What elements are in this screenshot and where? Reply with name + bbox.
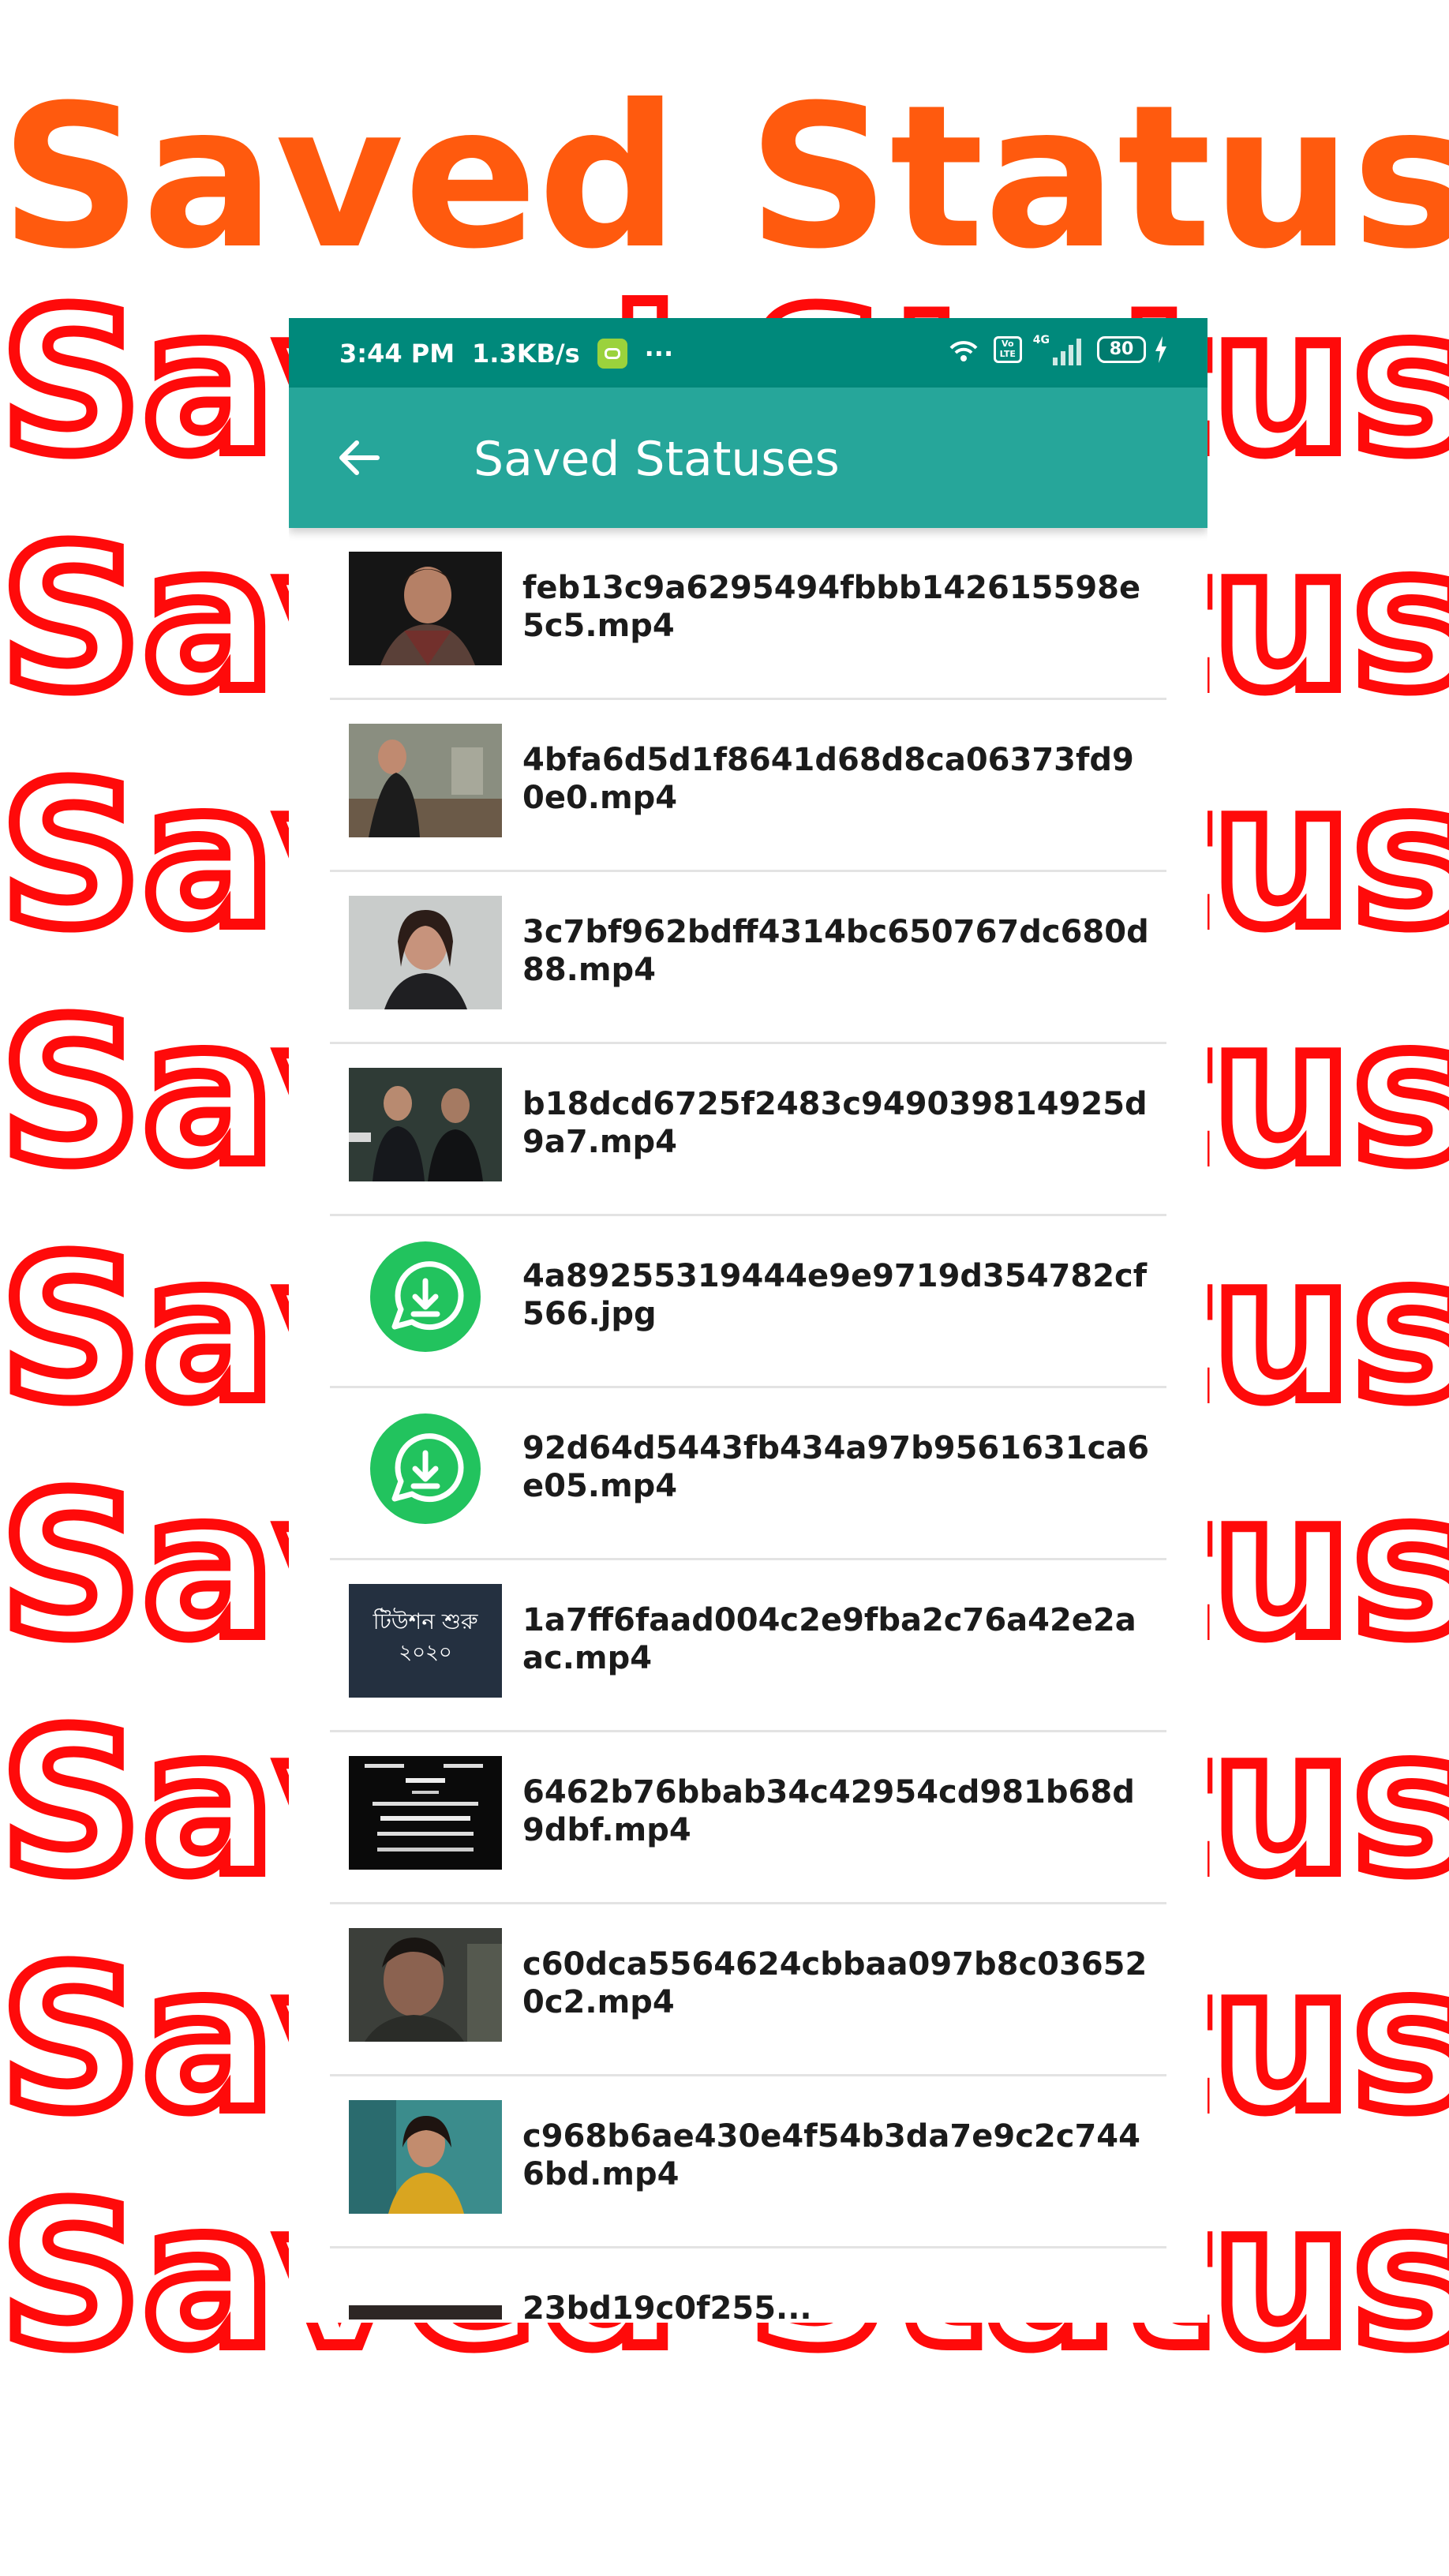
file-name: 92d64d5443fb434a97b9561631ca6e05.mp4 xyxy=(522,1430,1150,1504)
whatsapp-download-icon xyxy=(349,1412,502,1526)
list-item[interactable]: c60dca5564624cbbaa097b8c036520c2.mp4 xyxy=(330,1904,1166,2076)
thumb-text-line: টিউশন শুরু xyxy=(373,1608,478,1634)
charging-icon xyxy=(1155,336,1166,363)
page-title: Saved Statuses xyxy=(474,432,840,487)
list-item[interactable]: 4bfa6d5d1f8641d68d8ca06373fd90e0.mp4 xyxy=(330,700,1166,872)
status-time: 3:44 PM xyxy=(339,339,455,369)
video-thumbnail xyxy=(349,724,502,837)
video-thumbnail xyxy=(349,2272,502,2320)
app-bar: Saved Statuses xyxy=(289,388,1208,528)
video-thumbnail xyxy=(349,552,502,665)
file-name: feb13c9a6295494fbbb142615598e5c5.mp4 xyxy=(522,570,1141,644)
file-name: b18dcd6725f2483c949039814925d9a7.mp4 xyxy=(522,1086,1148,1160)
list-item[interactable]: 4a89255319444e9e9719d354782cf566.jpg xyxy=(330,1216,1166,1388)
file-name: 4a89255319444e9e9719d354782cf566.jpg xyxy=(522,1258,1148,1332)
file-name: 6462b76bbab34c42954cd981b68d9dbf.mp4 xyxy=(522,1774,1135,1848)
list-item[interactable]: 3c7bf962bdff4314bc650767dc680d88.mp4 xyxy=(330,872,1166,1044)
thumb-text-line: ২০২০ xyxy=(399,1641,452,1664)
file-name: 4bfa6d5d1f8641d68d8ca06373fd90e0.mp4 xyxy=(522,742,1134,816)
list-item[interactable]: টিউশন শুরু ২০২০ 1a7ff6faad004c2e9fba2c76… xyxy=(330,1560,1166,1732)
file-name: c60dca5564624cbbaa097b8c036520c2.mp4 xyxy=(522,1946,1148,2020)
video-thumbnail xyxy=(349,2100,502,2214)
promo-title: Saved Status xyxy=(0,62,1449,292)
list-item[interactable]: 23bd19c0f255... xyxy=(330,2248,1166,2320)
phone-screen: 3:44 PM 1.3KB/s ··· Vo LTE 4G 80 Saved S… xyxy=(289,318,1208,2323)
video-thumbnail xyxy=(349,1068,502,1181)
status-bar: 3:44 PM 1.3KB/s ··· Vo LTE 4G 80 xyxy=(289,318,1208,388)
wifi-hotspot-icon xyxy=(949,341,978,361)
file-name: 23bd19c0f255... xyxy=(522,2290,812,2320)
status-speed: 1.3KB/s xyxy=(472,339,580,369)
whatsapp-download-icon xyxy=(349,1240,502,1354)
video-thumbnail xyxy=(349,1928,502,2042)
network-type: 4G xyxy=(1032,334,1050,346)
list-item[interactable]: 92d64d5443fb434a97b9561631ca6e05.mp4 xyxy=(330,1388,1166,1560)
video-thumbnail: টিউশন শুরু ২০২০ xyxy=(349,1584,502,1698)
battery-icon: 80 xyxy=(1097,336,1146,363)
file-name: c968b6ae430e4f54b3da7e9c2c7446bd.mp4 xyxy=(522,2118,1140,2192)
status-more: ··· xyxy=(644,339,674,369)
back-arrow-icon[interactable] xyxy=(333,432,385,484)
list-item[interactable]: 6462b76bbab34c42954cd981b68d9dbf.mp4 xyxy=(330,1732,1166,1904)
list-item[interactable]: feb13c9a6295494fbbb142615598e5c5.mp4 xyxy=(330,528,1166,700)
list-item[interactable]: b18dcd6725f2483c949039814925d9a7.mp4 xyxy=(330,1044,1166,1216)
signal-icon: 4G xyxy=(1033,334,1084,365)
android-bot-icon xyxy=(597,339,627,369)
video-thumbnail xyxy=(349,896,502,1009)
file-name: 1a7ff6faad004c2e9fba2c76a42e2aac.mp4 xyxy=(522,1602,1136,1676)
file-name: 3c7bf962bdff4314bc650767dc680d88.mp4 xyxy=(522,914,1149,988)
video-thumbnail xyxy=(349,1756,502,1870)
list-item[interactable]: c968b6ae430e4f54b3da7e9c2c7446bd.mp4 xyxy=(330,2076,1166,2248)
saved-status-list: feb13c9a6295494fbbb142615598e5c5.mp4 4bf… xyxy=(330,528,1166,2320)
volte-icon: Vo LTE xyxy=(993,336,1022,363)
